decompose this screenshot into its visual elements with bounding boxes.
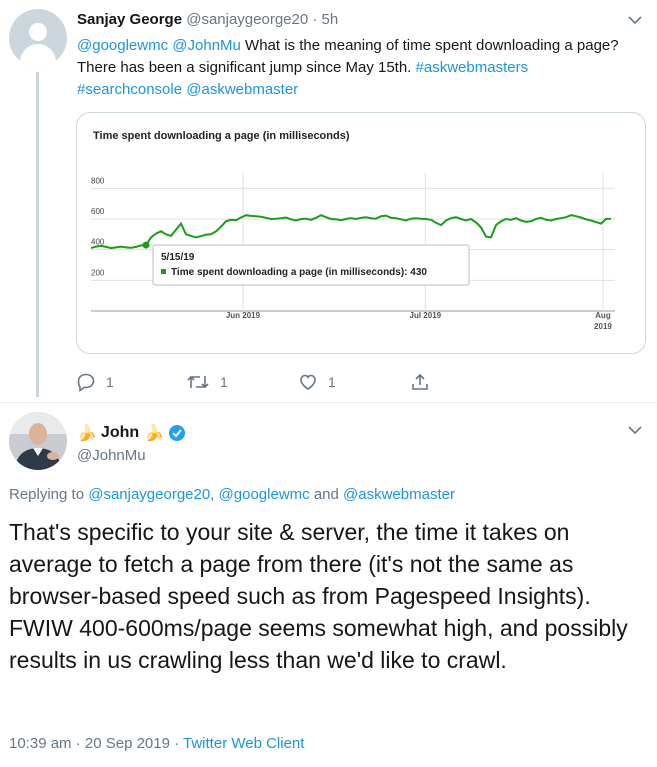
like-button[interactable]: 1 — [298, 372, 336, 392]
tooltip-value: Time spent downloading a page (in millis… — [171, 267, 427, 278]
retweet-icon — [187, 375, 209, 389]
y-axis-ticks: 800600400200 — [91, 176, 105, 277]
chart-image-card[interactable]: Time spent downloading a page (in millis… — [76, 112, 646, 354]
mention-askwebmaster[interactable]: @askwebmaster — [343, 486, 455, 503]
author-name[interactable]: John — [101, 424, 139, 442]
like-count: 1 — [328, 374, 336, 390]
heart-icon — [300, 374, 316, 390]
replying-prefix: Replying to — [9, 486, 89, 503]
tweet-actions: 1 1 1 — [76, 372, 436, 394]
x-tick-label: Jul 2019 — [410, 311, 442, 320]
thread-line — [36, 72, 39, 397]
separator-dot: · — [312, 11, 318, 28]
hashtag-searchconsole[interactable]: #searchconsole — [77, 81, 182, 98]
retweet-button[interactable]: 1 — [186, 372, 228, 392]
banana-icon: 🍌 — [144, 425, 165, 442]
tooltip-date: 5/15/19 — [161, 252, 195, 263]
mention-googlewmc[interactable]: @googlewmc — [77, 37, 168, 54]
hover-point — [142, 241, 150, 249]
tweet-timestamp[interactable]: 10:39 am · 20 Sep 2019 · — [9, 735, 183, 752]
chart-tooltip: 5/15/19 Time spent downloading a page (i… — [152, 244, 470, 286]
tweet-body: That's specific to your site & server, t… — [9, 519, 628, 673]
avatar[interactable] — [9, 412, 67, 470]
tweet-text: @googlewmc @JohnMu What is the meaning o… — [77, 35, 637, 101]
share-icon — [412, 373, 428, 390]
avatar-head-shape — [29, 23, 47, 41]
author-name[interactable]: Sanjay George — [77, 11, 182, 28]
chart-title: Time spent downloading a page (in millis… — [93, 130, 350, 142]
line-chart: Time spent downloading a page (in millis… — [90, 130, 615, 331]
y-tick-label: 800 — [91, 176, 105, 185]
series-line — [90, 214, 612, 250]
x-axis-ticks: Jun 2019 Jul 2019 Aug 2019 — [226, 311, 613, 331]
mention-sanjaygeorge20[interactable]: @sanjaygeorge20 — [88, 486, 210, 503]
tweet-client-link[interactable]: Twitter Web Client — [183, 735, 304, 752]
replying-and: and — [309, 486, 344, 503]
profile-photo — [9, 412, 67, 470]
chevron-down-icon[interactable] — [627, 424, 643, 436]
tweet-divider — [0, 402, 657, 403]
tooltip-series-swatch — [161, 269, 166, 274]
avatar-body-shape — [20, 44, 56, 67]
tooltip-box — [152, 244, 470, 286]
avatar[interactable] — [9, 9, 67, 67]
reply-count: 1 — [106, 374, 114, 390]
tweet-footer: 10:39 am · 20 Sep 2019 · Twitter Web Cli… — [9, 735, 304, 752]
tweet-header: Sanjay George @sanjaygeorge20 · 5h — [77, 11, 338, 28]
reply-button[interactable]: 1 — [76, 372, 114, 392]
hashtag-askwebmasters[interactable]: #askwebmasters — [416, 59, 529, 76]
mention-johnmu[interactable]: @JohnMu — [172, 37, 241, 54]
share-button[interactable] — [410, 372, 440, 392]
chart-grid — [91, 173, 615, 312]
x-tick-label: Jun 2019 — [226, 311, 261, 320]
replying-separator: , — [210, 486, 219, 503]
x-tick-label: Aug 2019 — [594, 311, 612, 331]
verified-badge-icon — [169, 425, 186, 441]
tweet-time[interactable]: 5h — [322, 11, 339, 28]
mention-googlewmc[interactable]: @googlewmc — [219, 486, 310, 503]
reply-icon — [77, 373, 95, 392]
author-handle[interactable]: @JohnMu — [77, 447, 146, 464]
y-tick-label: 600 — [91, 207, 105, 216]
author-name-row: 🍌 John 🍌 — [77, 423, 186, 443]
mention-askwebmaster[interactable]: @askwebmaster — [186, 81, 298, 98]
y-tick-label: 200 — [91, 268, 105, 277]
banana-icon: 🍌 — [77, 425, 97, 442]
chevron-down-icon[interactable] — [627, 14, 643, 26]
retweet-count: 1 — [220, 374, 228, 390]
replying-to: Replying to @sanjaygeorge20, @googlewmc … — [9, 486, 455, 503]
author-handle[interactable]: @sanjaygeorge20 — [186, 11, 308, 28]
